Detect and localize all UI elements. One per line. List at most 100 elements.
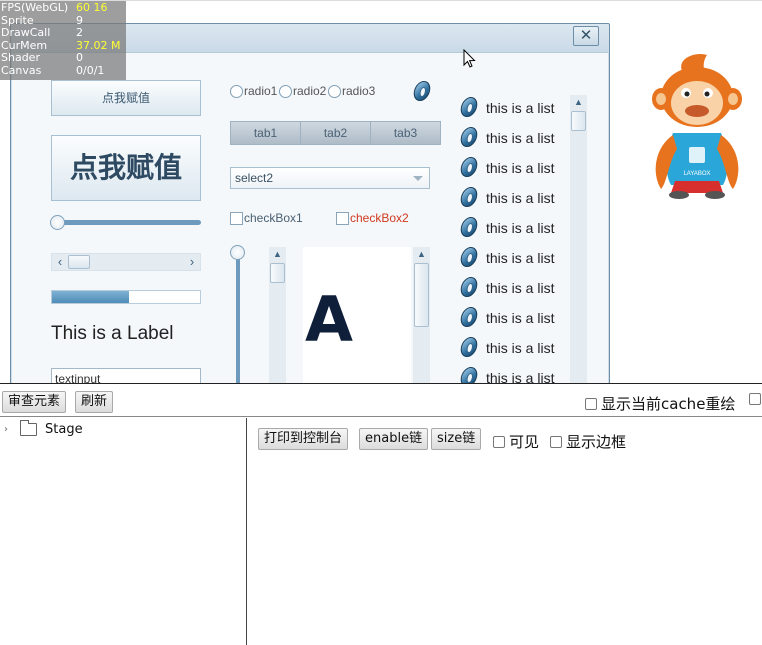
list-item[interactable]: this is a list	[458, 97, 554, 119]
stat-row: FPS(WebGL) 60 16	[1, 1, 108, 14]
checkbox-label: checkBox2	[350, 211, 409, 225]
clip-o-icon	[458, 157, 481, 179]
clip-o-icon	[458, 187, 481, 209]
tab-bar: tab1 tab2 tab3	[230, 121, 441, 145]
list-item[interactable]: this is a list	[458, 367, 554, 383]
list-view: this is a list this is a list this is a …	[458, 97, 567, 383]
checkbox-icon	[585, 397, 597, 410]
tree-node-label: Stage	[45, 422, 83, 437]
scroll-left-arrow-icon[interactable]: ‹	[53, 254, 67, 270]
tree-node-stage[interactable]: › Stage	[4, 420, 83, 437]
stat-row: DrawCall 2	[1, 26, 83, 40]
extra-checkbox[interactable]	[749, 393, 762, 405]
clip-o-icon	[458, 97, 481, 119]
clip-o-icon	[411, 81, 434, 103]
checkbox-box-icon	[336, 211, 349, 225]
checkbox-icon	[493, 435, 505, 448]
list-item[interactable]: this is a list	[458, 187, 554, 209]
list-item[interactable]: this is a list	[458, 217, 554, 239]
radio-option-2[interactable]: radio2	[279, 84, 326, 98]
progress-fill	[52, 291, 129, 303]
radio-circle-icon	[279, 84, 292, 98]
checkbox-label: 显示边框	[566, 433, 627, 451]
clip-o-icon	[458, 277, 481, 299]
enable-chain-button[interactable]: enable链	[359, 428, 429, 450]
panel-letter: A	[305, 283, 353, 356]
checkbox-icon	[550, 435, 562, 448]
checkbox-2[interactable]: checkBox2	[336, 211, 409, 225]
visible-checkbox[interactable]: 可见	[493, 431, 539, 452]
stat-row: Canvas 0/0/1	[1, 63, 105, 77]
vertical-scrollbar-thumb[interactable]	[571, 111, 586, 131]
checkbox-icon	[749, 393, 761, 405]
checkbox-1[interactable]: checkBox1	[230, 211, 303, 225]
scroll-up-arrow-icon[interactable]: ▲	[570, 95, 587, 109]
list-item[interactable]: this is a list	[458, 157, 554, 179]
vertical-slider-thumb[interactable]	[230, 245, 245, 260]
scroll-up-arrow-icon[interactable]: ▲	[269, 247, 286, 261]
radio-option-1[interactable]: radio1	[230, 84, 277, 98]
clip-o-icon	[458, 307, 481, 329]
size-chain-button[interactable]: size链	[431, 428, 482, 450]
list-item[interactable]: this is a list	[458, 337, 554, 359]
horizontal-scrollbar[interactable]: ‹ ›	[51, 253, 201, 271]
select-dropdown[interactable]: select2	[230, 167, 430, 189]
list-item[interactable]: this is a list	[458, 277, 554, 299]
radio-label: radio2	[293, 84, 327, 98]
list-item[interactable]: this is a list	[458, 127, 554, 149]
show-border-checkbox[interactable]: 显示边框	[550, 431, 626, 452]
vertical-scrollbar-thumb[interactable]	[270, 263, 285, 283]
print-to-console-button[interactable]: 打印到控制台	[258, 428, 349, 450]
debug-toolbar: 审查元素 刷新 显示当前cache重绘	[0, 383, 762, 417]
mouse-cursor-icon	[463, 49, 476, 68]
clip-o-icon	[458, 367, 481, 383]
scroll-right-arrow-icon[interactable]: ›	[185, 254, 199, 270]
checkbox-box-icon	[230, 211, 243, 225]
stage-canvas[interactable]: ✕ 点我赋值 点我赋值 ‹ › This is a Label textinpu…	[0, 0, 762, 383]
checkbox-label: checkBox1	[244, 211, 303, 225]
assign-button-large[interactable]: 点我赋值	[51, 135, 201, 201]
select-value: select2	[235, 171, 274, 185]
vertical-scrollbar-left[interactable]: ▲	[269, 247, 286, 383]
text-input[interactable]: textinput	[51, 368, 201, 383]
assign-button-small[interactable]: 点我赋值	[51, 80, 201, 116]
sample-label: This is a Label	[51, 323, 174, 344]
tab-3[interactable]: tab3	[370, 121, 441, 145]
radio-circle-icon	[328, 84, 341, 98]
clip-o-icon	[458, 247, 481, 269]
list-item[interactable]: this is a list	[458, 307, 554, 329]
clip-o-icon	[458, 217, 481, 239]
mascot-badge-text: LAYABOX	[683, 171, 710, 177]
progress-bar	[51, 290, 201, 304]
chevron-down-icon	[413, 176, 423, 181]
refresh-button[interactable]: 刷新	[75, 391, 114, 413]
radio-option-3[interactable]: radio3	[328, 84, 375, 98]
node-tree-panel: › Stage	[0, 418, 247, 645]
radio-label: radio1	[244, 84, 278, 98]
vertical-scrollbar-thumb[interactable]	[414, 263, 429, 327]
window-close-button[interactable]: ✕	[573, 26, 599, 46]
vertical-scrollbar-panel[interactable]: ▲	[413, 247, 430, 383]
radio-label: radio3	[342, 84, 376, 98]
list-item[interactable]: this is a list	[458, 247, 554, 269]
chevron-right-icon[interactable]: ›	[4, 424, 20, 435]
performance-stats-overlay: FPS(WebGL) 60 16 Sprite 9 DrawCall 2 CurMem…	[0, 1, 126, 80]
checkbox-label: 可见	[509, 433, 540, 451]
tab-2[interactable]: tab2	[300, 121, 371, 145]
inspect-element-button[interactable]: 审查元素	[2, 391, 67, 413]
image-panel: A	[303, 247, 411, 383]
checkbox-label: 显示当前cache重绘	[601, 395, 736, 413]
tab-1[interactable]: tab1	[230, 121, 301, 145]
vertical-scrollbar-list[interactable]: ▲	[570, 95, 587, 383]
horizontal-scrollbar-thumb[interactable]	[68, 255, 90, 269]
folder-icon	[20, 420, 37, 436]
layabox-mascot-logo: LAYABOX	[652, 53, 742, 199]
clip-o-icon	[458, 337, 481, 359]
scroll-up-arrow-icon[interactable]: ▲	[413, 247, 430, 261]
clip-o-icon	[458, 127, 481, 149]
properties-panel: 打印到控制台 enable链 size链 可见 显示边框	[248, 418, 762, 645]
horizontal-slider[interactable]	[56, 220, 201, 225]
vertical-slider[interactable]	[236, 251, 240, 383]
horizontal-slider-thumb[interactable]	[50, 215, 65, 230]
show-cache-redraw-checkbox[interactable]: 显示当前cache重绘	[585, 393, 735, 414]
